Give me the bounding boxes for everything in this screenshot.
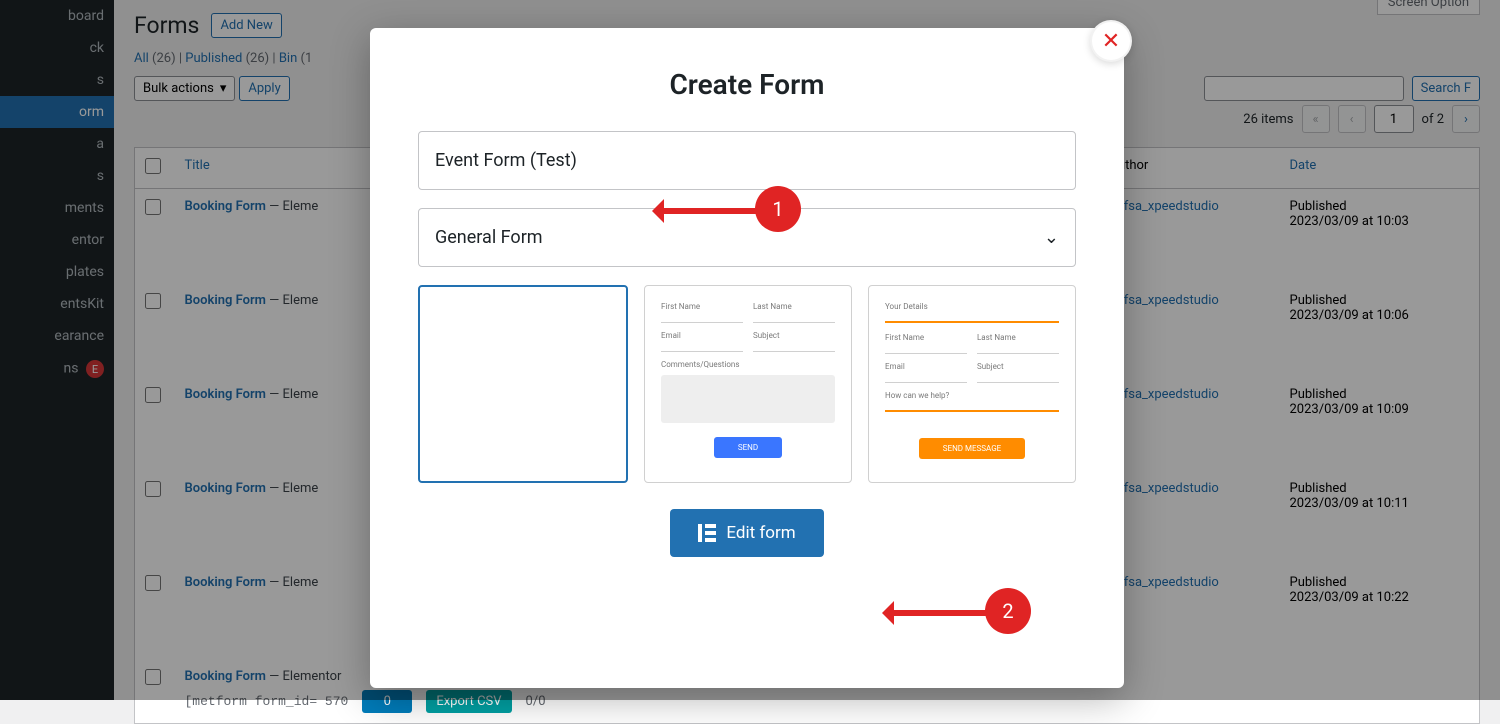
edit-form-button[interactable]: Edit form xyxy=(670,509,823,557)
template-contact[interactable]: First Name Last Name Email Subject Comme… xyxy=(644,285,852,483)
edit-form-label: Edit form xyxy=(726,523,795,543)
tmpl-label: First Name xyxy=(661,302,743,311)
close-icon: ✕ xyxy=(1102,29,1120,54)
chevron-down-icon: ⌄ xyxy=(1044,227,1059,248)
tmpl-label: Email xyxy=(885,362,967,371)
tmpl-label: Subject xyxy=(753,331,835,340)
tmpl-label: Email xyxy=(661,331,743,340)
elementor-icon xyxy=(698,524,716,542)
template-options: First Name Last Name Email Subject Comme… xyxy=(418,285,1076,483)
tmpl-label: Your Details xyxy=(885,302,1059,311)
form-type-select[interactable]: General Form ⌄ xyxy=(418,208,1076,267)
tmpl-label: Last Name xyxy=(977,333,1059,342)
tmpl-send-button: SEND xyxy=(714,437,782,458)
tmpl-label: Comments/Questions xyxy=(661,360,835,369)
tmpl-label: How can we help? xyxy=(885,391,1059,400)
tmpl-label: Last Name xyxy=(753,302,835,311)
tmpl-label: First Name xyxy=(885,333,967,342)
form-name-input[interactable] xyxy=(418,131,1076,190)
tmpl-label: Subject xyxy=(977,362,1059,371)
modal-title: Create Form xyxy=(370,28,1124,131)
form-type-value: General Form xyxy=(435,227,543,248)
template-blank[interactable] xyxy=(418,285,628,483)
modal-close-button[interactable]: ✕ xyxy=(1090,20,1132,62)
tmpl-send-button: SEND MESSAGE xyxy=(919,438,1025,459)
template-contact-details[interactable]: Your Details First Name Last Name Email … xyxy=(868,285,1076,483)
create-form-modal: ✕ Create Form General Form ⌄ First Name … xyxy=(370,28,1124,688)
